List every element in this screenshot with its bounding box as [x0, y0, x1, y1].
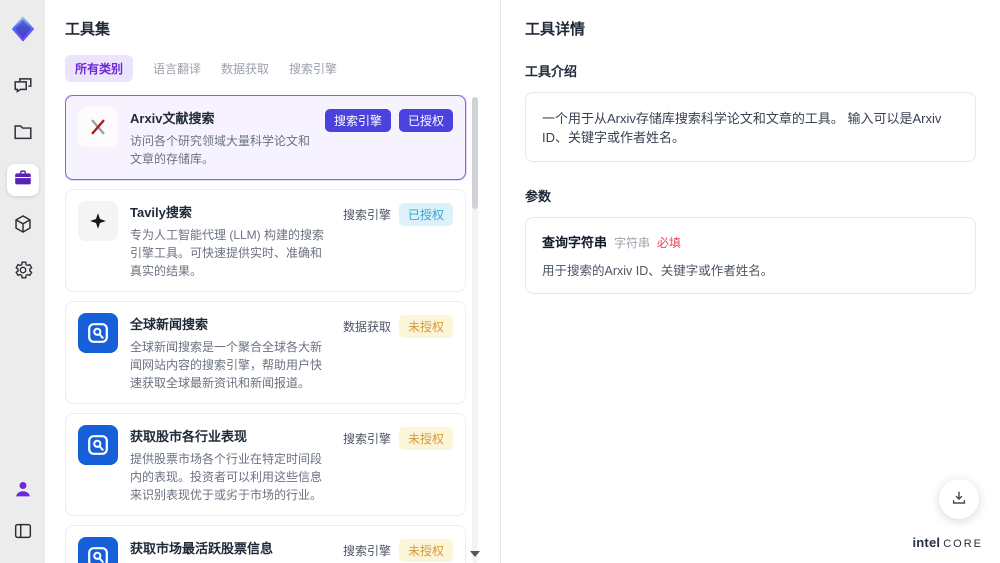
category-badge: 搜索引擎 — [324, 109, 391, 132]
tool-description: 全球新闻搜索是一个聚合全球各大新闻网站内容的搜索引擎，帮助用户快速获取全球最新资… — [130, 340, 323, 390]
tool-list: Arxiv文献搜索 访问各个研究领域大量科学论文和文章的存储库。 搜索引擎 已授… — [65, 95, 466, 563]
settings-icon — [12, 259, 34, 286]
sidebar-item-folder[interactable] — [7, 118, 39, 150]
tool-name: 全球新闻搜索 — [130, 317, 209, 332]
tool-detail-panel: 工具详情 工具介绍 一个用于从Arxiv存储库搜索科学论文和文章的工具。 输入可… — [500, 0, 1000, 563]
category-badge: 搜索引擎 — [342, 432, 391, 446]
tool-badges: 数据获取 未授权 — [343, 313, 453, 392]
param-type: 字符串 — [614, 236, 651, 250]
tool-text: Arxiv文献搜索 访问各个研究领域大量科学论文和文章的存储库。 — [130, 107, 313, 168]
tool-badges: 搜索引擎 已授权 — [324, 107, 453, 168]
tool-badges: 搜索引擎 未授权 — [343, 537, 453, 563]
tab-all-categories[interactable]: 所有类别 — [65, 55, 134, 82]
tool-badges: 搜索引擎 已授权 — [343, 201, 453, 280]
tool-collection-panel: 工具集 所有类别 语言翻译 数据获取 搜索引擎 Arxiv文献搜索 访问各个研究… — [45, 0, 500, 563]
intel-wordmark: intel — [912, 535, 941, 550]
category-tabs: 所有类别 语言翻译 数据获取 搜索引擎 — [65, 55, 480, 82]
folder-icon — [12, 121, 34, 148]
juhe-search-icon — [78, 425, 118, 465]
sidebar-item-toolbox[interactable] — [6, 164, 39, 196]
sidebar — [0, 0, 45, 563]
category-badge: 数据获取 — [342, 320, 391, 334]
scrollbar[interactable] — [470, 97, 480, 563]
param-item: 查询字符串 字符串 必填 用于搜索的Arxiv ID、关键字或作者姓名。 — [525, 217, 976, 294]
chat-icon — [12, 75, 34, 102]
juhe-search-icon — [78, 537, 118, 563]
tool-card[interactable]: 全球新闻搜索 全球新闻搜索是一个聚合全球各大新闻网站内容的搜索引擎，帮助用户快速… — [65, 301, 466, 404]
tool-name: 获取股市各行业表现 — [130, 429, 248, 444]
arxiv-icon — [78, 107, 118, 147]
tool-text: 获取股市各行业表现 提供股票市场各个行业在特定时间段内的表现。投资者可以利用这些… — [130, 425, 331, 504]
param-name: 查询字符串 — [542, 235, 608, 250]
download-icon — [949, 488, 969, 511]
cube-icon — [12, 213, 34, 240]
user-icon — [12, 478, 34, 505]
panel-toggle-icon — [12, 520, 34, 547]
tavily-icon — [78, 201, 118, 241]
sidebar-item-user[interactable] — [7, 475, 39, 507]
sidebar-nav — [6, 72, 39, 288]
page-title: 工具集 — [65, 21, 111, 38]
tool-name: Arxiv文献搜索 — [130, 111, 215, 126]
tool-badges: 搜索引擎 未授权 — [343, 425, 453, 504]
tool-text: 获取市场最活跃股票信息 提供当天交易量最高的股票列表。投资者可以利用这些信息来识… — [130, 537, 331, 563]
auth-badge: 已授权 — [398, 203, 453, 226]
sidebar-item-chat[interactable] — [7, 72, 39, 104]
toolbox-icon — [12, 167, 34, 194]
param-head: 查询字符串 字符串 必填 — [542, 232, 959, 251]
juhe-search-icon — [78, 313, 118, 353]
category-badge: 搜索引擎 — [342, 544, 391, 558]
tool-card[interactable]: 获取股市各行业表现 提供股票市场各个行业在特定时间段内的表现。投资者可以利用这些… — [65, 413, 466, 516]
scrollbar-thumb[interactable] — [472, 97, 478, 209]
tab-language-translation[interactable]: 语言翻译 — [153, 55, 201, 82]
sidebar-item-settings[interactable] — [7, 256, 39, 288]
download-button[interactable] — [939, 479, 979, 519]
sidebar-item-panel-toggle[interactable] — [7, 517, 39, 549]
scroll-down-arrow[interactable] — [470, 551, 480, 557]
tool-name: 获取市场最活跃股票信息 — [130, 541, 274, 556]
auth-badge: 已授权 — [398, 109, 453, 132]
intel-core-logo: intel core — [912, 535, 983, 550]
sidebar-bottom — [7, 475, 39, 549]
auth-badge: 未授权 — [398, 427, 453, 450]
gem-logo-icon[interactable] — [8, 12, 38, 46]
param-required-badge: 必填 — [657, 236, 682, 250]
tab-search-engine[interactable]: 搜索引擎 — [289, 55, 337, 82]
detail-title: 工具详情 — [525, 21, 586, 38]
core-wordmark: core — [943, 538, 983, 550]
auth-badge: 未授权 — [398, 539, 453, 562]
tool-text: Tavily搜索 专为人工智能代理 (LLM) 构建的搜索引擎工具。可快速提供实… — [130, 201, 331, 280]
intro-heading: 工具介绍 — [525, 64, 578, 79]
tool-description: 提供股票市场各个行业在特定时间段内的表现。投资者可以利用这些信息来识别表现优于或… — [130, 452, 323, 502]
auth-badge: 未授权 — [398, 315, 453, 338]
tab-data-fetching[interactable]: 数据获取 — [221, 55, 269, 82]
tool-text: 全球新闻搜索 全球新闻搜索是一个聚合全球各大新闻网站内容的搜索引擎，帮助用户快速… — [130, 313, 331, 392]
category-badge: 搜索引擎 — [342, 208, 391, 222]
tool-description: 专为人工智能代理 (LLM) 构建的搜索引擎工具。可快速提供实时、准确和真实的结… — [130, 228, 325, 278]
tool-description: 访问各个研究领域大量科学论文和文章的存储库。 — [130, 134, 311, 166]
tool-card[interactable]: Arxiv文献搜索 访问各个研究领域大量科学论文和文章的存储库。 搜索引擎 已授… — [65, 95, 466, 180]
tool-list-wrap: Arxiv文献搜索 访问各个研究领域大量科学论文和文章的存储库。 搜索引擎 已授… — [65, 95, 480, 563]
params-heading: 参数 — [525, 189, 552, 204]
param-description: 用于搜索的Arxiv ID、关键字或作者姓名。 — [542, 264, 774, 278]
tool-name: Tavily搜索 — [130, 205, 192, 220]
tool-card[interactable]: 获取市场最活跃股票信息 提供当天交易量最高的股票列表。投资者可以利用这些信息来识… — [65, 525, 466, 563]
intro-box: 一个用于从Arxiv存储库搜索科学论文和文章的工具。 输入可以是Arxiv ID… — [525, 92, 976, 162]
sidebar-item-cube[interactable] — [7, 210, 39, 242]
tool-card[interactable]: Tavily搜索 专为人工智能代理 (LLM) 构建的搜索引擎工具。可快速提供实… — [65, 189, 466, 292]
